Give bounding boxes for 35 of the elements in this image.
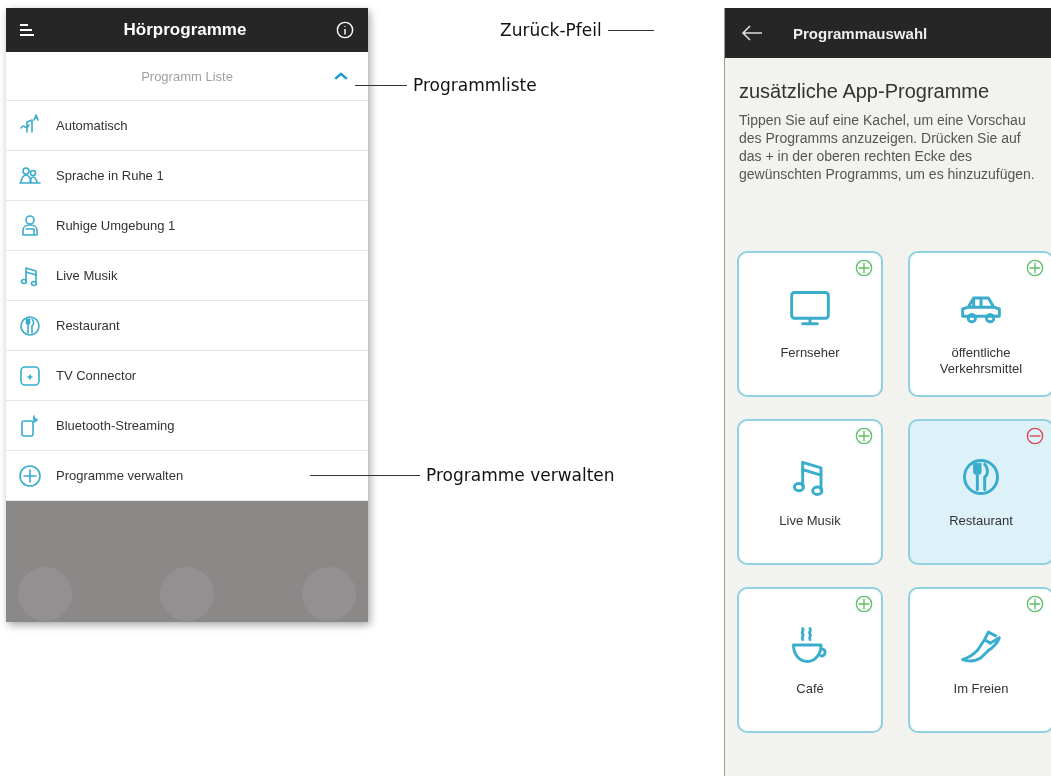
minus-circle-icon[interactable] <box>1026 427 1044 445</box>
program-list-item[interactable]: TV Connector <box>6 351 368 401</box>
program-tile[interactable]: öffentliche Verkehrsmittel <box>908 251 1051 397</box>
back-arrow-icon[interactable] <box>741 24 763 42</box>
callout-label: Zurück-Pfeil <box>500 20 602 40</box>
program-tile[interactable]: Café <box>737 587 883 733</box>
screen-title: Hörprogramme <box>123 20 247 40</box>
list-title: Programm Liste <box>141 68 233 84</box>
leader-line <box>355 84 407 86</box>
menu-icon[interactable] <box>20 24 34 36</box>
leader-line <box>607 29 654 31</box>
plus-circle-icon[interactable] <box>855 595 873 613</box>
device-icon <box>18 363 42 388</box>
plus-circle-icon[interactable] <box>1026 259 1044 277</box>
callout-label: Programme verwalten <box>426 465 615 485</box>
instructions-text: Tippen Sie auf eine Kachel, um eine Vorschau des Programms anzuzeigen. Drücken Sie auf das + in der oberen rechten Ecke des gewünschten Programms, um es hinzuzufügen. <box>739 111 1036 183</box>
plus-circle-icon[interactable] <box>855 259 873 277</box>
program-tile[interactable]: Live Musik <box>737 419 883 565</box>
program-list-item[interactable]: Restaurant <box>6 301 368 351</box>
program-list-item[interactable]: Sprache in Ruhe 1 <box>6 151 368 201</box>
screen-title: Programmauswahl <box>793 24 928 42</box>
plus-circle-icon[interactable] <box>1026 595 1044 613</box>
plus-circle-icon[interactable] <box>855 427 873 445</box>
program-list-item[interactable]: Automatisch <box>6 101 368 151</box>
fork-knife-icon <box>18 313 42 338</box>
section-heading: zusätzliche App-Programme <box>739 80 991 103</box>
program-tile[interactable]: Im Freien <box>908 587 1051 733</box>
plus-circle-icon <box>18 463 42 488</box>
program-list-item[interactable]: Live Musik <box>6 251 368 301</box>
program-tile[interactable]: Fernseher <box>737 251 883 397</box>
callout-label: Programmliste <box>413 75 537 95</box>
program-list-item[interactable]: Bluetooth-Streaming <box>6 401 368 451</box>
program-list-item[interactable]: Ruhige Umgebung 1 <box>6 201 368 251</box>
info-icon[interactable] <box>336 21 354 39</box>
program-tile[interactable]: Restaurant <box>908 419 1051 565</box>
